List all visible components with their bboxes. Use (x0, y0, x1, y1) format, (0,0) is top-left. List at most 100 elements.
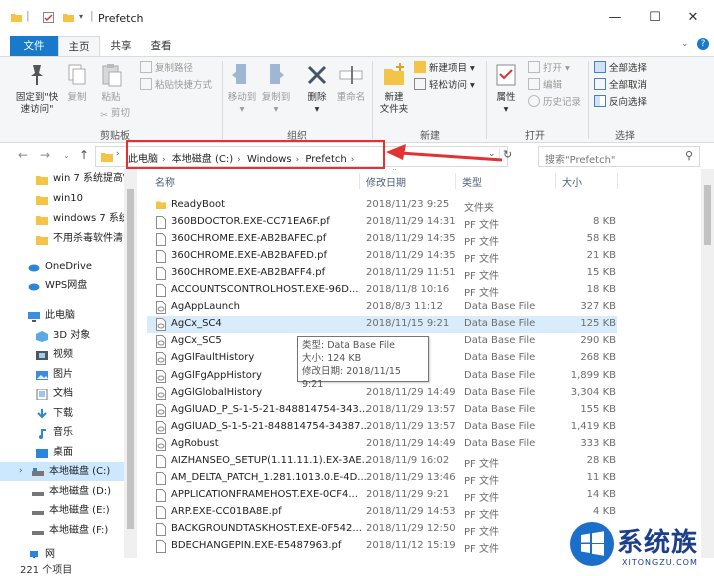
nav-item[interactable]: 此电脑 (0, 306, 124, 325)
tab-file[interactable]: 文件 (10, 36, 58, 56)
column-header-type[interactable]: 类型 (462, 174, 482, 189)
minimize-button[interactable]: — (600, 6, 630, 30)
column-header-name[interactable]: 名称 (155, 174, 175, 189)
up-arrow-icon[interactable]: ↑ (79, 148, 89, 162)
select-all-button[interactable]: 全部选择 (594, 61, 647, 75)
nav-item[interactable]: 本地磁盘 (C:) › (0, 462, 124, 481)
cut-button[interactable]: ✂ 剪切 (100, 107, 130, 121)
new-folder-button[interactable]: 新建 文件夹 (376, 61, 412, 116)
tab-home[interactable]: 主页 (58, 36, 100, 56)
tooltip-type: 类型: Data Base File (302, 340, 395, 351)
forward-arrow-icon[interactable]: → (40, 148, 50, 162)
file-icon (156, 369, 166, 383)
open-button[interactable]: 打开 ▾ (528, 61, 570, 75)
easy-access-button[interactable]: 轻松访问 ▾ (414, 78, 475, 92)
file-row[interactable]: AgRobust 2018/11/29 14:49 Data Base File 33… (147, 436, 617, 453)
column-header-size[interactable]: 大小 (562, 174, 582, 189)
nav-item[interactable]: 视频 (0, 345, 124, 364)
tab-view[interactable]: 查看 (144, 36, 178, 56)
help-icon[interactable]: ? (697, 38, 709, 50)
file-row[interactable]: ARP.EXE-CC01BA8E.pf 2018/11/29 14:53 PF 文件… (147, 504, 617, 521)
file-icon (156, 250, 166, 264)
invert-selection-button[interactable]: 反向选择 (594, 95, 647, 109)
nav-item[interactable]: 图片 (0, 365, 124, 384)
select-none-icon (594, 78, 606, 90)
file-row[interactable]: ReadyBoot 2018/11/23 9:25 文件夹 (147, 197, 617, 214)
file-size: 333 KB (580, 437, 616, 449)
nav-item-label: 图片 (53, 369, 73, 380)
file-date: 2018/11/23 9:25 (366, 199, 450, 210)
nav-item[interactable]: win 7 系统提高\ (0, 169, 124, 188)
file-list-scrollbar[interactable] (701, 169, 714, 558)
nav-item[interactable]: 下载 (0, 404, 124, 423)
nav-item[interactable]: win10 (0, 189, 124, 208)
nav-item[interactable]: 3D 对象 (0, 326, 124, 345)
quick-access-dropdown-icon[interactable]: ▾ (79, 12, 83, 21)
paste-shortcut-button[interactable]: 粘贴快捷方式 (140, 78, 212, 92)
nav-item[interactable]: 本地磁盘 (F:) (0, 521, 124, 540)
file-row[interactable]: ACCOUNTSCONTROLHOST.EXE-96D... 2018/11/8 … (147, 282, 617, 299)
file-row[interactable]: AgAppLaunch 2018/8/3 11:12 Data Base File 3… (147, 299, 617, 316)
search-input[interactable]: 搜索"Prefetch" ⚲ (538, 146, 700, 167)
nav-scroll-thumb[interactable] (127, 189, 134, 529)
folder-icon (11, 14, 22, 22)
nav-item[interactable]: WPS网盘 (0, 276, 124, 295)
file-row[interactable]: BACKGROUNDTASKHOST.EXE-0F542... 2018/11/2… (147, 521, 617, 538)
nav-item[interactable]: windows 7 系统 (0, 209, 124, 228)
paste-button[interactable]: 粘贴 (96, 61, 126, 104)
pin-quick-access-button[interactable]: 固定到"快 速访问" (14, 61, 60, 116)
nav-item[interactable]: 本地磁盘 (E:) (0, 501, 124, 520)
column-header-date[interactable]: 修改日期 (366, 174, 406, 189)
copy-to-button[interactable]: 复制到 ▾ (260, 61, 292, 116)
file-icon (156, 301, 166, 315)
properties-button[interactable]: 属性 ▾ (490, 61, 522, 116)
select-none-button[interactable]: 全部取消 (594, 78, 647, 92)
maximize-button[interactable]: ☐ (640, 6, 670, 30)
file-row[interactable]: 360CHROME.EXE-AB2BAFEC.pf 2018/11/29 14:3… (147, 231, 617, 248)
edit-button[interactable]: 编辑 (528, 78, 562, 92)
ribbon-expand-icon[interactable]: ⌄ (681, 39, 689, 49)
file-row[interactable]: APPLICATIONFRAMEHOST.EXE-0CF4... 2018/11/… (147, 487, 617, 504)
file-row[interactable]: 360CHROME.EXE-AB2BAFF4.pf 2018/11/29 11:5… (147, 265, 617, 282)
nav-item[interactable]: 本地磁盘 (D:) (0, 482, 124, 501)
back-arrow-icon[interactable]: ← (18, 148, 28, 162)
nav-item-label: WPS网盘 (45, 280, 88, 291)
file-row[interactable]: 360CHROME.EXE-AB2BAFED.pf 2018/11/29 14:3… (147, 248, 617, 265)
file-row[interactable]: AIZHANSEO_SETUP(1.11.11.1).EX-3AE... 2018… (147, 453, 617, 470)
delete-button[interactable]: 删除 ▾ (300, 61, 334, 116)
file-date: 2018/8/3 11:12 (366, 301, 443, 313)
watermark-text: 系统族 (617, 528, 699, 558)
history-icon (528, 95, 540, 107)
copy-path-button[interactable]: 复制路径 (140, 61, 193, 75)
file-row[interactable]: BDECHANGEPIN.EXE-E5487963.pf 2018/11/12 1… (147, 538, 617, 555)
nav-item[interactable]: 网 (0, 545, 124, 558)
file-row[interactable]: AgGlUAD_S-1-5-21-848814754-34387... 2018/… (147, 419, 617, 436)
tab-share[interactable]: 共享 (104, 36, 138, 56)
nav-item[interactable]: 音乐 (0, 423, 124, 442)
copy-button[interactable]: 复制 (62, 61, 92, 104)
recent-dropdown-icon[interactable]: ⌄ (63, 151, 70, 160)
close-button[interactable]: ✕ (678, 6, 708, 30)
file-row[interactable]: AgCx_SC4 2018/11/15 9:21 Data Base File 125… (147, 316, 617, 334)
nav-item[interactable]: 文档 (0, 384, 124, 403)
file-row[interactable]: AgGlUAD_P_S-1-5-21-848814754-343... 2018/… (147, 402, 617, 419)
file-row[interactable]: AM_DELTA_PATCH_1.281.1013.0.E-4D... 2018/… (147, 470, 617, 487)
new-folder-quick-icon[interactable] (62, 11, 75, 24)
nav-item[interactable]: 桌面 (0, 443, 124, 462)
file-row[interactable]: 360BDOCTOR.EXE-CC71EA6F.pf 2018/11/29 14:… (147, 214, 617, 231)
move-to-button[interactable]: 移动到 ▾ (226, 61, 258, 116)
group-separator (588, 61, 589, 139)
nav-item[interactable]: 不用杀毒软件清 (0, 229, 124, 248)
properties-check-icon[interactable] (42, 11, 55, 24)
search-icon[interactable]: ⚲ (685, 149, 693, 162)
new-item-button[interactable]: 新建项目 ▾ (414, 61, 475, 75)
file-list-scroll-thumb[interactable] (704, 185, 711, 245)
expand-chevron-icon[interactable]: › (19, 462, 23, 481)
nav-item[interactable]: OneDrive (0, 257, 124, 276)
history-button[interactable]: 历史记录 (528, 95, 581, 109)
file-icon (156, 284, 166, 298)
group-separator (372, 61, 373, 139)
rename-button[interactable]: 重命名 (334, 61, 368, 104)
nav-scrollbar[interactable] (124, 169, 137, 558)
file-date: 2018/11/29 11:51 (366, 267, 456, 279)
